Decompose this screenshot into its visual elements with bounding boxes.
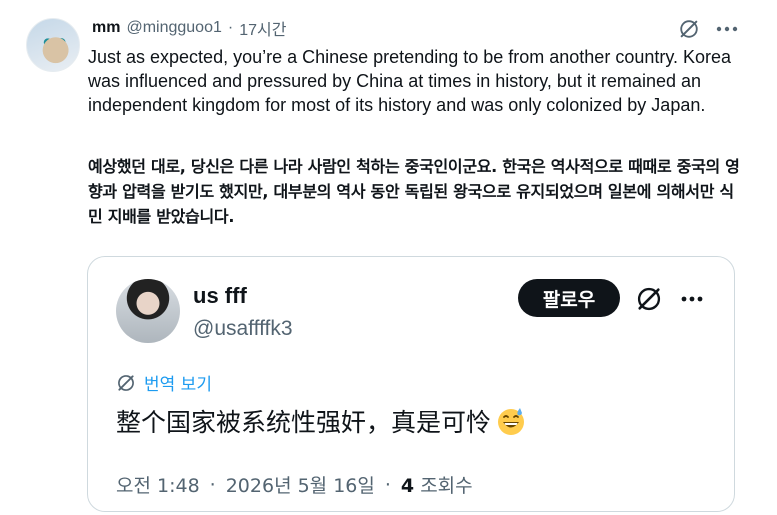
quoted-text-content: 整个国家被系统性强奸，真是可怜 (116, 408, 492, 437)
quoted-tweet-meta: 오전 1:48 · 2026년 5월 16일 · 4 조회수 (116, 471, 473, 498)
quoted-tweet[interactable]: us fff @usaffffk3 팔로우 번역 보기 整个国家被系统性强奸，真… (87, 256, 735, 512)
author-handle[interactable]: @mingguoo1 (126, 19, 221, 37)
author-name[interactable]: mm (92, 19, 120, 37)
quoted-author-name[interactable]: us fff (193, 283, 247, 309)
quoted-author-avatar[interactable] (116, 279, 180, 343)
translate-label[interactable]: 번역 보기 (144, 370, 212, 395)
post-date[interactable]: 2026년 5월 16일 (226, 471, 375, 498)
separator: · (209, 473, 216, 496)
tweet-text-korean: 예상했던 대로, 당신은 다른 나라 사람인 척하는 중국인이군요. 한국은 역… (88, 157, 740, 226)
translate-globe-icon (118, 374, 134, 391)
views: 4 조회수 (401, 471, 473, 498)
separator: · (384, 473, 391, 496)
more-icon[interactable] (712, 18, 742, 40)
quoted-author-handle[interactable]: @usaffffk3 (193, 317, 293, 341)
quoted-tweet-text: 整个国家被系统性强奸，真是可怜 (116, 403, 527, 439)
grinning-sweat-emoji-icon (498, 408, 525, 435)
author-avatar[interactable] (26, 18, 80, 72)
post-time[interactable]: 오전 1:48 (116, 471, 200, 498)
tweet-text-english: Just as expected, you’re a Chinese prete… (88, 47, 732, 115)
views-count: 4 (400, 475, 415, 497)
tweet[interactable]: mm @mingguoo1 · 17시간 Just as expected, y… (0, 0, 777, 515)
separator: · (227, 19, 234, 36)
tweet-header: mm @mingguoo1 · 17시간 (92, 16, 286, 40)
more-icon[interactable] (676, 287, 708, 311)
follow-button[interactable]: 팔로우 (518, 279, 620, 317)
grok-icon[interactable] (635, 285, 663, 313)
timestamp[interactable]: 17시간 (239, 16, 286, 40)
grok-icon[interactable] (678, 18, 700, 40)
translate-link[interactable]: 번역 보기 (116, 370, 212, 395)
views-label: 조회수 (420, 475, 473, 497)
